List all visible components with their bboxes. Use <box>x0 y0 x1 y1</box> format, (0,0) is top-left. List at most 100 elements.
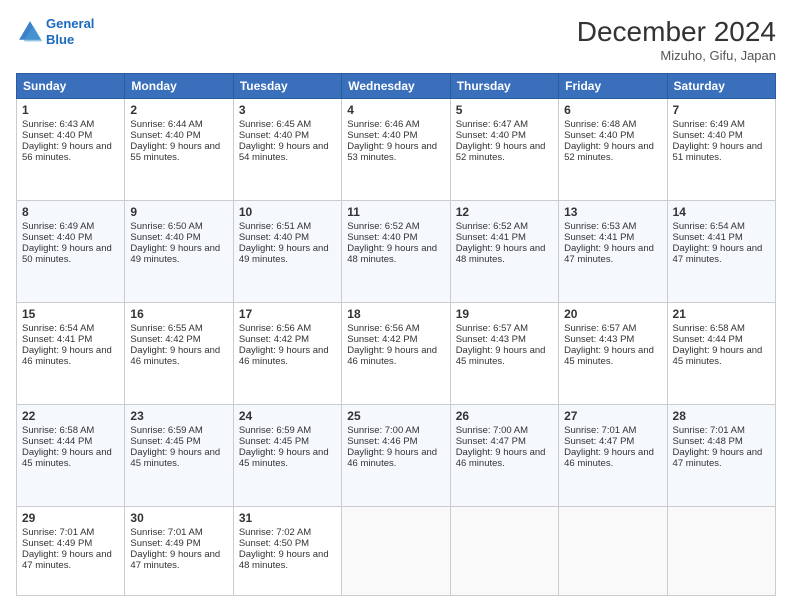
calendar-cell: 16 Sunrise: 6:55 AM Sunset: 4:42 PM Dayl… <box>125 302 233 404</box>
day-number: 3 <box>239 103 336 117</box>
daylight-text: Daylight: 9 hours and 48 minutes. <box>239 549 329 571</box>
sunrise-text: Sunrise: 7:01 AM <box>673 425 745 436</box>
sunset-text: Sunset: 4:42 PM <box>130 334 200 345</box>
daylight-text: Daylight: 9 hours and 46 minutes. <box>130 345 220 367</box>
day-number: 26 <box>456 409 553 423</box>
sunrise-text: Sunrise: 6:56 AM <box>347 323 419 334</box>
sunset-text: Sunset: 4:44 PM <box>673 334 743 345</box>
sunset-text: Sunset: 4:42 PM <box>239 334 309 345</box>
sunrise-text: Sunrise: 6:51 AM <box>239 221 311 232</box>
day-number: 31 <box>239 511 336 525</box>
calendar-cell: 23 Sunrise: 6:59 AM Sunset: 4:45 PM Dayl… <box>125 404 233 506</box>
calendar-cell: 30 Sunrise: 7:01 AM Sunset: 4:49 PM Dayl… <box>125 506 233 595</box>
calendar-cell: 25 Sunrise: 7:00 AM Sunset: 4:46 PM Dayl… <box>342 404 450 506</box>
day-number: 14 <box>673 205 770 219</box>
sunset-text: Sunset: 4:40 PM <box>130 232 200 243</box>
day-number: 13 <box>564 205 661 219</box>
logo-icon <box>16 18 44 46</box>
daylight-text: Daylight: 9 hours and 52 minutes. <box>456 141 546 163</box>
day-number: 16 <box>130 307 227 321</box>
calendar-cell: 10 Sunrise: 6:51 AM Sunset: 4:40 PM Dayl… <box>233 200 341 302</box>
week-row-2: 8 Sunrise: 6:49 AM Sunset: 4:40 PM Dayli… <box>17 200 776 302</box>
week-row-4: 22 Sunrise: 6:58 AM Sunset: 4:44 PM Dayl… <box>17 404 776 506</box>
col-monday: Monday <box>125 74 233 99</box>
sunset-text: Sunset: 4:41 PM <box>564 232 634 243</box>
col-wednesday: Wednesday <box>342 74 450 99</box>
day-number: 24 <box>239 409 336 423</box>
sunrise-text: Sunrise: 7:00 AM <box>456 425 528 436</box>
daylight-text: Daylight: 9 hours and 45 minutes. <box>239 447 329 469</box>
sunrise-text: Sunrise: 6:48 AM <box>564 119 636 130</box>
sunrise-text: Sunrise: 6:59 AM <box>239 425 311 436</box>
daylight-text: Daylight: 9 hours and 47 minutes. <box>22 549 112 571</box>
week-row-3: 15 Sunrise: 6:54 AM Sunset: 4:41 PM Dayl… <box>17 302 776 404</box>
day-number: 23 <box>130 409 227 423</box>
location: Mizuho, Gifu, Japan <box>577 48 776 63</box>
sunset-text: Sunset: 4:47 PM <box>564 436 634 447</box>
sunset-text: Sunset: 4:41 PM <box>673 232 743 243</box>
sunset-text: Sunset: 4:40 PM <box>456 130 526 141</box>
daylight-text: Daylight: 9 hours and 54 minutes. <box>239 141 329 163</box>
sunset-text: Sunset: 4:40 PM <box>130 130 200 141</box>
day-number: 28 <box>673 409 770 423</box>
sunrise-text: Sunrise: 6:57 AM <box>456 323 528 334</box>
calendar-cell: 20 Sunrise: 6:57 AM Sunset: 4:43 PM Dayl… <box>559 302 667 404</box>
calendar-cell: 22 Sunrise: 6:58 AM Sunset: 4:44 PM Dayl… <box>17 404 125 506</box>
header-row: Sunday Monday Tuesday Wednesday Thursday… <box>17 74 776 99</box>
sunrise-text: Sunrise: 6:57 AM <box>564 323 636 334</box>
sunset-text: Sunset: 4:45 PM <box>130 436 200 447</box>
day-number: 30 <box>130 511 227 525</box>
calendar-cell: 18 Sunrise: 6:56 AM Sunset: 4:42 PM Dayl… <box>342 302 450 404</box>
calendar-cell: 21 Sunrise: 6:58 AM Sunset: 4:44 PM Dayl… <box>667 302 775 404</box>
sunrise-text: Sunrise: 6:54 AM <box>22 323 94 334</box>
sunrise-text: Sunrise: 6:45 AM <box>239 119 311 130</box>
sunset-text: Sunset: 4:40 PM <box>564 130 634 141</box>
calendar-cell: 14 Sunrise: 6:54 AM Sunset: 4:41 PM Dayl… <box>667 200 775 302</box>
day-number: 11 <box>347 205 444 219</box>
daylight-text: Daylight: 9 hours and 47 minutes. <box>564 243 654 265</box>
sunset-text: Sunset: 4:48 PM <box>673 436 743 447</box>
daylight-text: Daylight: 9 hours and 45 minutes. <box>564 345 654 367</box>
daylight-text: Daylight: 9 hours and 52 minutes. <box>564 141 654 163</box>
sunrise-text: Sunrise: 6:53 AM <box>564 221 636 232</box>
sunrise-text: Sunrise: 6:52 AM <box>456 221 528 232</box>
sunrise-text: Sunrise: 7:02 AM <box>239 527 311 538</box>
sunset-text: Sunset: 4:46 PM <box>347 436 417 447</box>
calendar-cell: 11 Sunrise: 6:52 AM Sunset: 4:40 PM Dayl… <box>342 200 450 302</box>
day-number: 22 <box>22 409 119 423</box>
sunset-text: Sunset: 4:44 PM <box>22 436 92 447</box>
calendar-cell <box>342 506 450 595</box>
sunrise-text: Sunrise: 7:01 AM <box>130 527 202 538</box>
day-number: 4 <box>347 103 444 117</box>
page: General Blue December 2024 Mizuho, Gifu,… <box>0 0 792 612</box>
sunrise-text: Sunrise: 6:49 AM <box>22 221 94 232</box>
daylight-text: Daylight: 9 hours and 46 minutes. <box>564 447 654 469</box>
sunset-text: Sunset: 4:49 PM <box>130 538 200 549</box>
calendar-cell: 24 Sunrise: 6:59 AM Sunset: 4:45 PM Dayl… <box>233 404 341 506</box>
day-number: 1 <box>22 103 119 117</box>
sunset-text: Sunset: 4:47 PM <box>456 436 526 447</box>
logo-text: General Blue <box>46 16 94 47</box>
month-title: December 2024 <box>577 16 776 48</box>
week-row-1: 1 Sunrise: 6:43 AM Sunset: 4:40 PM Dayli… <box>17 99 776 201</box>
daylight-text: Daylight: 9 hours and 46 minutes. <box>347 345 437 367</box>
logo-blue: Blue <box>46 32 74 47</box>
sunrise-text: Sunrise: 6:44 AM <box>130 119 202 130</box>
calendar-cell: 31 Sunrise: 7:02 AM Sunset: 4:50 PM Dayl… <box>233 506 341 595</box>
sunrise-text: Sunrise: 6:58 AM <box>673 323 745 334</box>
sunrise-text: Sunrise: 6:58 AM <box>22 425 94 436</box>
day-number: 17 <box>239 307 336 321</box>
calendar-cell: 9 Sunrise: 6:50 AM Sunset: 4:40 PM Dayli… <box>125 200 233 302</box>
day-number: 19 <box>456 307 553 321</box>
day-number: 5 <box>456 103 553 117</box>
calendar-cell: 19 Sunrise: 6:57 AM Sunset: 4:43 PM Dayl… <box>450 302 558 404</box>
daylight-text: Daylight: 9 hours and 50 minutes. <box>22 243 112 265</box>
day-number: 10 <box>239 205 336 219</box>
daylight-text: Daylight: 9 hours and 56 minutes. <box>22 141 112 163</box>
calendar-cell: 13 Sunrise: 6:53 AM Sunset: 4:41 PM Dayl… <box>559 200 667 302</box>
day-number: 15 <box>22 307 119 321</box>
sunrise-text: Sunrise: 6:46 AM <box>347 119 419 130</box>
sunset-text: Sunset: 4:43 PM <box>564 334 634 345</box>
daylight-text: Daylight: 9 hours and 46 minutes. <box>456 447 546 469</box>
daylight-text: Daylight: 9 hours and 49 minutes. <box>239 243 329 265</box>
